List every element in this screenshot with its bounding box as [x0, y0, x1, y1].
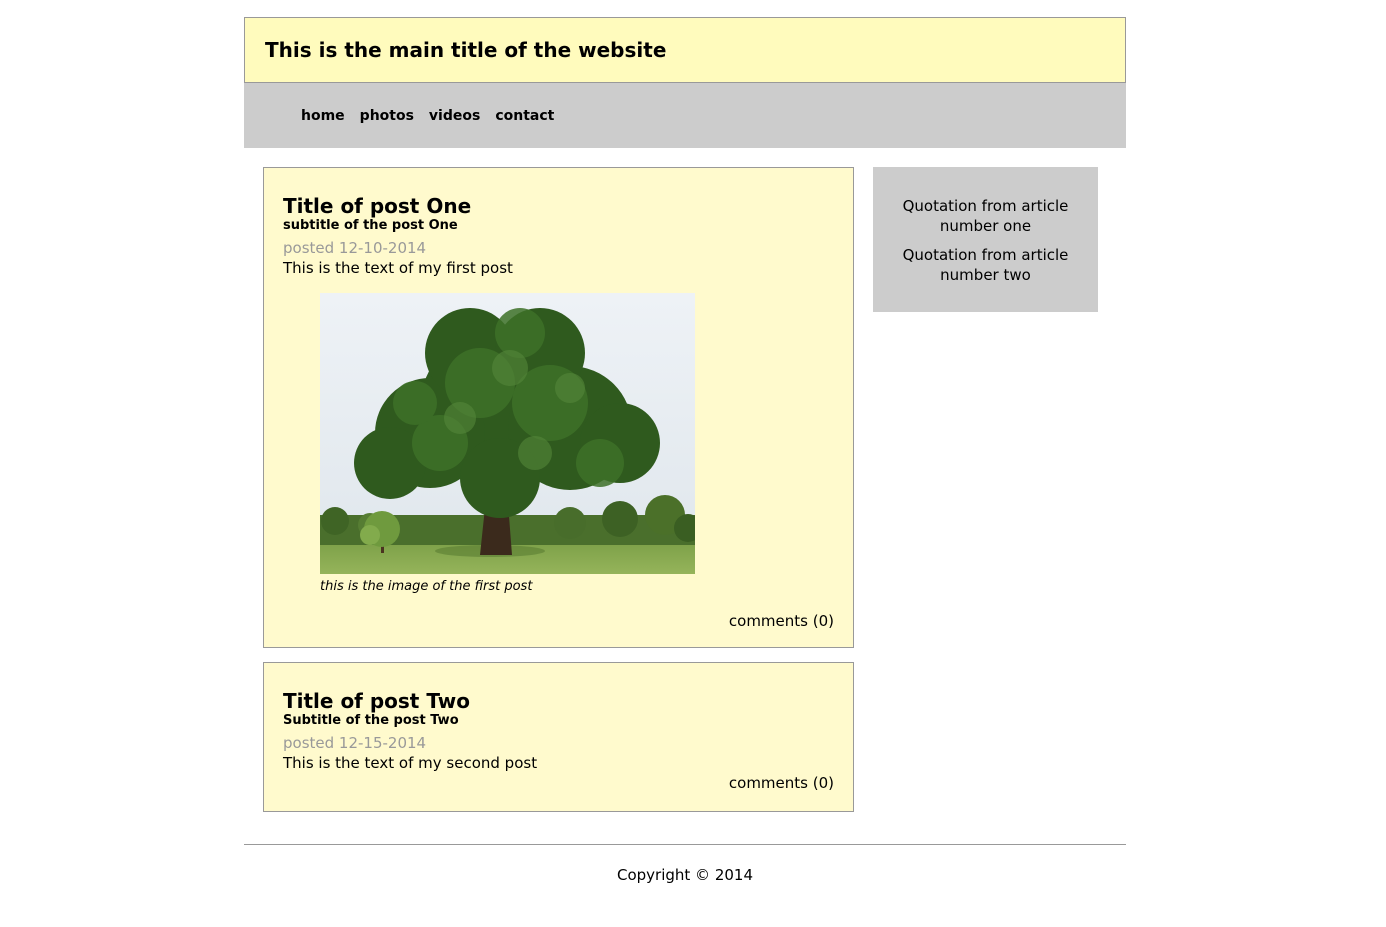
quotes-sidebar: Quotation from article number one Quotat… — [873, 167, 1098, 312]
site-footer: Copyright © 2014 — [244, 865, 1126, 885]
post-two: Title of post Two Subtitle of the post T… — [263, 662, 854, 812]
image-caption: this is the image of the first post — [320, 579, 533, 594]
footer-divider — [244, 844, 1126, 845]
post-date: posted 12-10-2014 — [283, 239, 427, 257]
post-subtitle: subtitle of the post One — [283, 218, 458, 233]
main-nav: home photos videos contact — [244, 83, 1126, 148]
post-title: Title of post One — [283, 194, 472, 218]
nav-link-home[interactable]: home — [301, 108, 345, 124]
page-wrapper: This is the main title of the website ho… — [244, 17, 1126, 148]
site-header: This is the main title of the website — [244, 17, 1126, 83]
sidebar-quote: Quotation from article number one — [902, 197, 1069, 235]
post-one: Title of post One subtitle of the post O… — [263, 167, 854, 648]
copyright-text: Copyright © 2014 — [616, 866, 753, 884]
comments-link[interactable]: comments (0) — [283, 773, 834, 793]
nav-link-photos[interactable]: photos — [360, 108, 414, 124]
nav-link-videos[interactable]: videos — [429, 108, 480, 124]
post-date: posted 12-15-2014 — [283, 734, 427, 752]
comments-link[interactable]: comments (0) — [283, 611, 834, 631]
post-text: This is the text of my second post — [283, 754, 538, 772]
site-title: This is the main title of the website — [265, 38, 667, 62]
sidebar-quote: Quotation from article number two — [902, 246, 1069, 284]
post-title: Title of post Two — [283, 689, 470, 713]
post-figure: this is the image of the first post — [320, 293, 695, 595]
post-subtitle: Subtitle of the post Two — [283, 713, 459, 728]
nav-link-contact[interactable]: contact — [495, 108, 554, 124]
post-text: This is the text of my first post — [283, 259, 513, 277]
tree-photo — [320, 293, 695, 574]
